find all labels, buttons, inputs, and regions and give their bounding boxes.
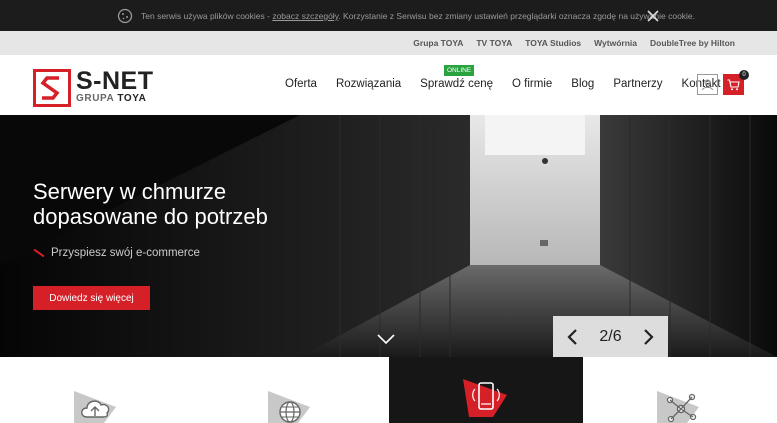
hero-title: Serwery w chmurze dopasowane do potrzeb [33,179,268,229]
logo-sub-brand: TOYA [117,93,147,104]
chevron-down-icon[interactable] [377,333,395,345]
slide-counter: 2/6 [599,327,622,345]
hero-slider: Serwery w chmurze dopasowane do potrzeb … [0,115,777,357]
nav-item-o-firmie[interactable]: O firmie [512,78,552,90]
chevron-left-icon[interactable] [565,328,581,345]
globe-icon [268,391,311,423]
group-links: Grupa TOYA TV TOYA TOYA Studios Wytwórni… [413,31,735,55]
group-bar: Grupa TOYA TV TOYA TOYA Studios Wytwórni… [0,31,777,55]
feature-tile-network[interactable] [582,357,777,423]
hero-bullet-text: Przyspiesz swój e-commerce [51,247,200,259]
learn-more-button[interactable]: Dowiedz się więcej [33,286,150,310]
hero-title-line-1: Serwery w chmurze [33,179,227,204]
feature-tile-mobile[interactable] [388,357,583,423]
logo-mark-icon [33,69,71,107]
logo-sub-prefix: GRUPA [76,93,118,104]
cloud-upload-icon [74,391,117,423]
group-link-tv-toya[interactable]: TV TOYA [476,38,512,48]
nav-item-rozwiazania[interactable]: Rozwiązania [336,78,401,90]
nav-item-sprawdz-cene[interactable]: Sprawdź cenę [420,78,493,90]
group-link-doubletree[interactable]: DoubleTree by Hilton [650,38,735,48]
nav-item-blog[interactable]: Blog [571,78,594,90]
mobile-phone-icon [462,379,507,417]
cookie-text-before: Ten serwis używa plików cookies - [141,11,273,21]
chevron-right-icon[interactable] [640,328,656,345]
bullet-dash-icon [33,248,45,258]
online-badge: ONLINE [444,65,475,76]
cookie-text-after: . Korzystanie z Serwisu bez zmiany ustaw… [338,11,696,21]
group-link-wytwornia[interactable]: Wytwórnia [594,38,637,48]
slider-controls: 2/6 [553,316,668,357]
logo-text: S-NET [76,67,154,95]
nav-item-oferta[interactable]: Oferta [285,78,317,90]
group-link-grupa-toya[interactable]: Grupa TOYA [413,38,463,48]
logo[interactable]: S-NET GRUPA TOYA [33,67,154,107]
cookie-details-link[interactable]: zobacz szczegóły [272,11,338,21]
cookie-icon [117,8,133,24]
features-strip [0,357,777,423]
feature-tile-cloud[interactable] [0,357,195,423]
hero-bullet: Przyspiesz swój e-commerce [33,247,200,259]
logo-subtext: GRUPA TOYA [76,93,146,104]
network-nodes-icon [656,391,699,423]
cookie-bar: Ten serwis używa plików cookies - zobacz… [0,0,777,31]
hero-title-line-2: dopasowane do potrzeb [33,204,268,229]
feature-tile-globe[interactable] [194,357,389,423]
user-account-button[interactable] [697,74,718,95]
cart-icon [727,78,740,90]
nav-item-partnerzy[interactable]: Partnerzy [613,78,662,90]
close-icon[interactable] [646,9,660,23]
cart-count-badge: 0 [739,70,749,80]
main-nav: Oferta Rozwiązania Sprawdź cenę O firmie… [285,78,721,90]
group-link-toya-studios[interactable]: TOYA Studios [525,38,581,48]
header: S-NET GRUPA TOYA Oferta Rozwiązania Spra… [0,55,777,115]
user-icon [702,79,713,91]
cookie-notice: Ten serwis używa plików cookies - zobacz… [141,11,695,21]
